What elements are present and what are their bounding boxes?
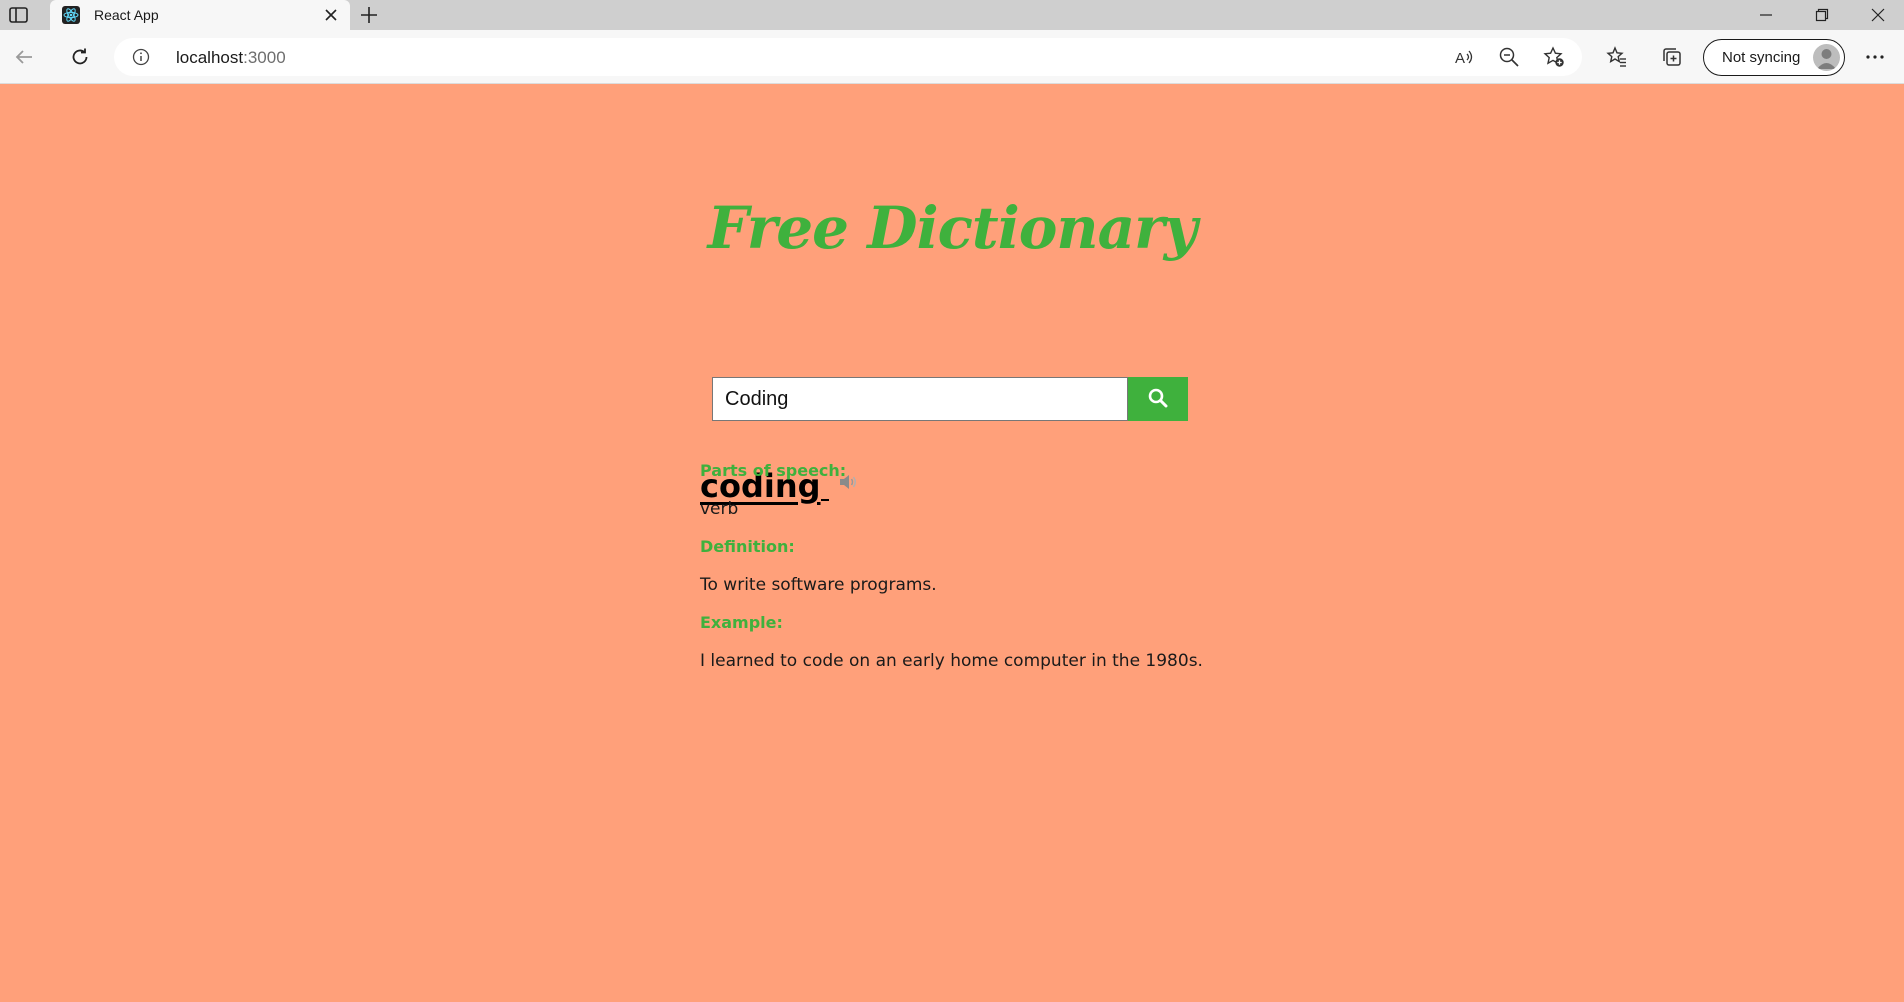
search-input[interactable] — [712, 377, 1128, 421]
parts-of-speech-label: Parts of speech: — [700, 461, 847, 480]
example-label: Example: — [700, 613, 783, 632]
address-url: localhost:3000 — [176, 48, 286, 68]
address-port: :3000 — [243, 48, 286, 67]
browser-tab[interactable]: React App — [50, 0, 350, 30]
address-host: localhost — [176, 48, 244, 67]
app-title: Free Dictionary — [707, 194, 1198, 262]
restore-icon[interactable] — [1794, 0, 1850, 30]
site-info-icon[interactable] — [132, 48, 150, 66]
definition-label: Definition: — [700, 537, 795, 556]
address-bar[interactable]: localhost:3000 — [114, 38, 1582, 76]
search-button[interactable] — [1128, 377, 1188, 421]
zoom-out-icon[interactable] — [1495, 43, 1523, 71]
back-arrow-icon[interactable] — [10, 43, 38, 71]
new-tab-icon[interactable] — [358, 4, 380, 26]
add-favorite-icon[interactable] — [1540, 43, 1568, 71]
svg-text:A: A — [1455, 50, 1465, 67]
read-aloud-icon[interactable]: A — [1450, 43, 1478, 71]
example-value: I learned to code on an early home compu… — [700, 651, 1203, 671]
definition-value: To write software programs. — [700, 575, 937, 595]
refresh-icon[interactable] — [66, 43, 94, 71]
tab-strip: React App — [0, 0, 1904, 30]
search-form — [712, 377, 1188, 421]
minimize-icon[interactable] — [1738, 0, 1794, 30]
tab-actions-icon[interactable] — [8, 5, 30, 25]
avatar — [1813, 44, 1840, 71]
page-content: Free Dictionary coding Parts of speech: … — [0, 84, 1904, 1002]
close-tab-icon[interactable] — [322, 6, 340, 24]
browser-toolbar: localhost:3000 A Not syncing — [0, 30, 1904, 84]
react-logo-icon — [62, 6, 80, 24]
search-icon — [1148, 388, 1168, 411]
collections-icon[interactable] — [1658, 43, 1686, 71]
close-window-icon[interactable] — [1850, 0, 1904, 30]
sync-status-label: Not syncing — [1722, 49, 1801, 66]
favorites-icon[interactable] — [1603, 43, 1631, 71]
tab-title: React App — [94, 7, 159, 23]
more-options-icon[interactable] — [1861, 43, 1889, 71]
parts-of-speech-value: verb — [700, 499, 739, 519]
profile-sync-button[interactable]: Not syncing — [1703, 39, 1845, 76]
